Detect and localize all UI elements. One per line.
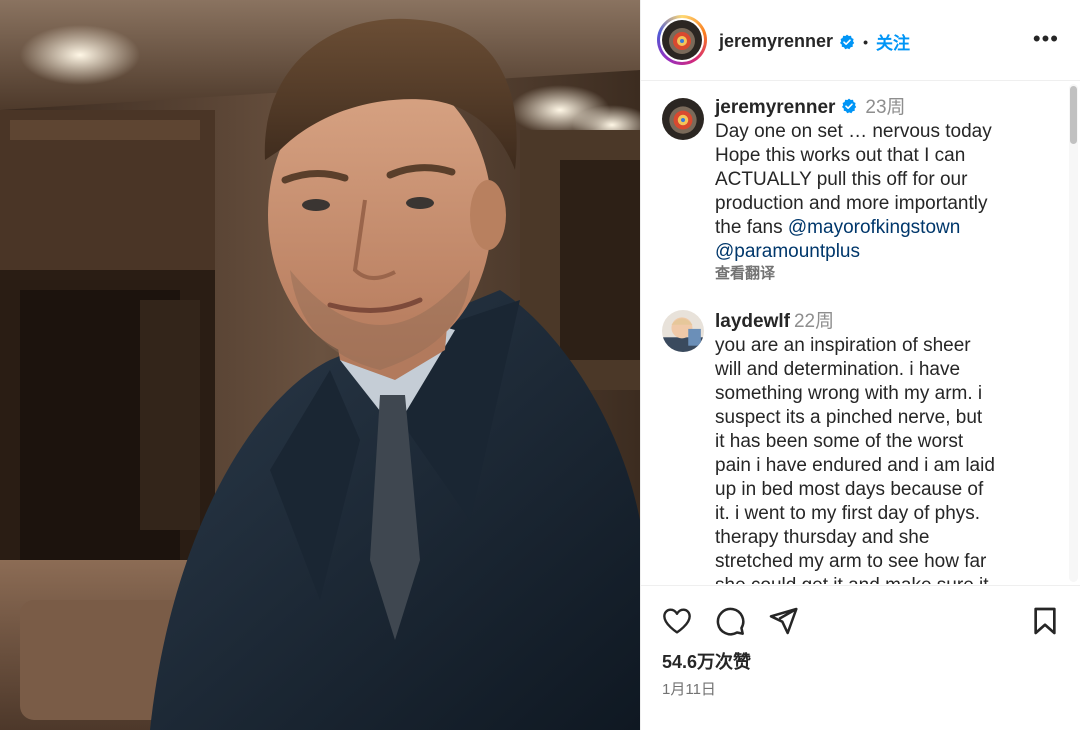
caption-avatar-image [662,98,704,140]
caption-line: Day one on set … nervous today [715,121,992,142]
author-avatar-image [662,20,702,60]
comments-list[interactable]: jeremyrenner 23周 Day one on set … nervou… [641,82,1080,584]
commenter-avatar-image [662,310,704,352]
commenter-avatar[interactable] [662,310,704,352]
more-options-icon[interactable]: ••• [1033,28,1059,50]
comment-time[interactable]: 22周 [794,311,834,332]
comment-line: pain i have endured and i am laid [715,455,995,476]
bookmark-icon[interactable] [1029,605,1061,637]
comment-line: will and determination. i have [715,359,961,380]
see-translation-link[interactable]: 查看翻译 [715,264,1025,284]
mention-link[interactable]: @paramountplus [715,241,860,262]
post-actions: 54.6万次赞 1月11日 [641,585,1080,730]
post-header: jeremyrenner • 关注 ••• [641,0,1080,81]
caption-line: Hope this works out that I can [715,145,966,166]
post-details-panel: jeremyrenner • 关注 ••• jeremyrenner 23周 D… [640,0,1080,730]
caption-line: production and more importantly [715,193,988,214]
comment-line: it has been some of the worst [715,431,964,452]
comment-line: up in bed most days because of [715,479,984,500]
verified-badge-icon [842,98,857,114]
post-photo[interactable] [0,0,640,730]
comment-line: suspect its a pinched nerve, but [715,407,983,428]
like-count[interactable]: 54.6万次赞 [662,648,751,674]
author-username[interactable]: jeremyrenner [719,31,833,52]
scroll-thumb[interactable] [1070,86,1077,144]
comment-line: it. i went to my first day of phys. [715,503,981,524]
mention-link[interactable]: @mayorofkingstown [788,217,960,238]
verified-badge-icon [840,34,855,49]
caption-line: ACTUALLY pull this off for our [715,169,968,190]
caption-username[interactable]: jeremyrenner [715,97,835,118]
comment-line: therapy thursday and she [715,527,930,548]
caption-line: the fans [715,217,788,238]
comment-line: she could get it and make sure it [715,574,1025,584]
author-avatar[interactable] [657,15,707,65]
selfie-image [0,0,640,730]
comments-scrollbar[interactable] [1069,84,1078,582]
follow-button[interactable]: 关注 [876,29,910,54]
comment-icon[interactable] [714,605,746,637]
comment-line: stretched my arm to see how far [715,551,987,572]
post-date[interactable]: 1月11日 [662,678,716,699]
heart-icon[interactable] [661,605,693,637]
caption-avatar[interactable] [662,98,704,140]
comment-line: something wrong with my arm. i [715,383,983,404]
caption-time[interactable]: 23周 [865,97,905,118]
commenter-username[interactable]: laydewlf [715,311,790,332]
send-icon[interactable] [767,605,799,637]
comment-line: you are an inspiration of sheer [715,335,971,356]
separator-dot: • [863,33,868,50]
